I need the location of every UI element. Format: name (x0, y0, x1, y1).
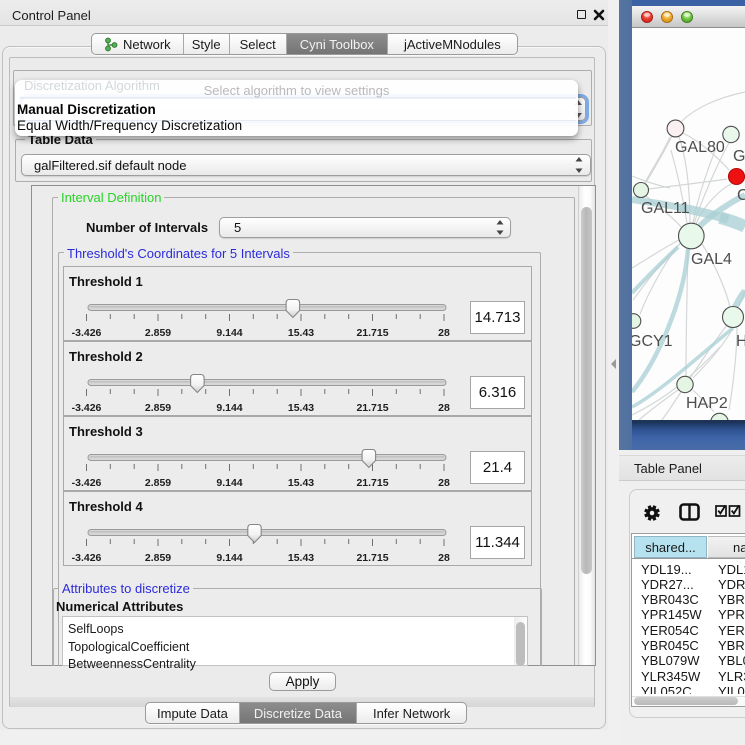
svg-text:GAL80: GAL80 (675, 139, 725, 156)
svg-text:15.43: 15.43 (288, 552, 314, 564)
svg-text:21.715: 21.715 (356, 402, 388, 414)
svg-text:-3.426: -3.426 (72, 402, 102, 414)
svg-text:28: 28 (438, 477, 450, 489)
svg-text:2.859: 2.859 (145, 402, 171, 414)
svg-text:HAP2: HAP2 (686, 395, 728, 412)
svg-text:15.43: 15.43 (288, 327, 314, 339)
svg-text:15.43: 15.43 (288, 477, 314, 489)
svg-text:GA: GA (733, 148, 745, 165)
svg-text:21.715: 21.715 (356, 552, 388, 564)
svg-text:9.144: 9.144 (216, 552, 242, 564)
svg-text:28: 28 (438, 552, 450, 564)
svg-text:GCY1: GCY1 (632, 333, 673, 350)
svg-text:28: 28 (438, 402, 450, 414)
svg-text:-3.426: -3.426 (72, 477, 102, 489)
svg-text:21.715: 21.715 (356, 477, 388, 489)
svg-text:21.715: 21.715 (356, 327, 388, 339)
svg-text:2.859: 2.859 (145, 327, 171, 339)
svg-text:-3.426: -3.426 (72, 552, 102, 564)
svg-text:15.43: 15.43 (288, 402, 314, 414)
svg-text:2.859: 2.859 (145, 552, 171, 564)
svg-text:9.144: 9.144 (216, 402, 242, 414)
svg-text:9.144: 9.144 (216, 477, 242, 489)
svg-text:9.144: 9.144 (216, 327, 242, 339)
svg-text:-3.426: -3.426 (72, 327, 102, 339)
svg-text:2.859: 2.859 (145, 477, 171, 489)
svg-text:C: C (737, 187, 745, 204)
svg-text:GAL11: GAL11 (641, 200, 690, 217)
svg-text:GAL4: GAL4 (691, 251, 732, 268)
svg-text:28: 28 (438, 327, 450, 339)
svg-text:H: H (736, 333, 745, 350)
